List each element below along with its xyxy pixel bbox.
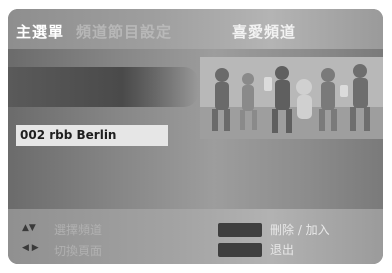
delete-add-label: 刪除 / 加入 — [270, 223, 330, 237]
help-select-label: 選擇頻道 — [54, 223, 103, 237]
help-bar: ▲▼ ◀ ▶ 選擇頻道 切換頁面 刪除 / 加入 退出 — [8, 209, 383, 264]
up-down-arrow-icon: ▲▼ — [22, 223, 36, 233]
left-right-arrow-icon: ◀ ▶ — [22, 243, 39, 253]
dancers-figure-image — [200, 57, 383, 139]
channel-list-item-selected[interactable]: 002 rbb Berlin — [16, 125, 168, 146]
breadcrumb-main-menu[interactable]: 主選單 — [16, 21, 64, 42]
breadcrumb-channel-settings[interactable]: 頻道節目設定 — [76, 21, 172, 42]
list-header-band — [8, 67, 198, 107]
title-bar: 主選單 頻道節目設定 喜愛頻道 — [8, 9, 383, 49]
channel-preview-image — [200, 57, 383, 139]
color-button-swatch[interactable] — [218, 223, 262, 237]
breadcrumb-favorite-channels: 喜愛頻道 — [232, 23, 297, 41]
tv-osd-screen: 主選單 頻道節目設定 喜愛頻道 002 rbb Berlin ▲▼ ◀ ▶ 選擇… — [8, 9, 383, 264]
exit-label: 退出 — [270, 243, 295, 257]
help-page-label: 切換頁面 — [54, 244, 103, 258]
exit-button-swatch[interactable] — [218, 243, 262, 257]
